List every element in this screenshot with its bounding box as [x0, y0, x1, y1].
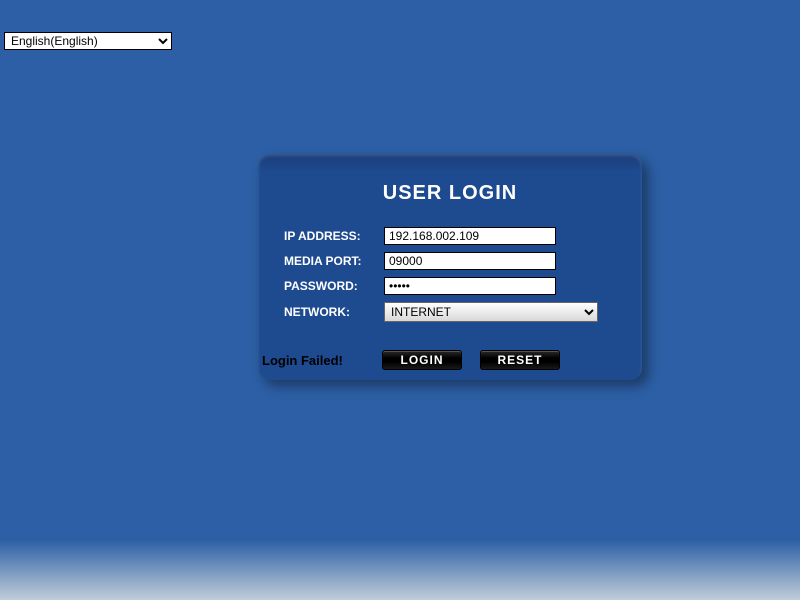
login-panel: USER LOGIN IP ADDRESS: MEDIA PORT: PASSW…	[258, 154, 642, 380]
button-row: Login Failed! LOGIN RESET	[258, 350, 642, 370]
network-label: NETWORK:	[284, 305, 384, 319]
login-button[interactable]: LOGIN	[382, 350, 462, 370]
password-input[interactable]	[384, 277, 556, 295]
ip-input[interactable]	[384, 227, 556, 245]
port-input[interactable]	[384, 252, 556, 270]
port-label: MEDIA PORT:	[284, 254, 384, 268]
port-row: MEDIA PORT:	[258, 252, 642, 270]
network-row: NETWORK: INTERNET	[258, 302, 642, 322]
login-title: USER LOGIN	[258, 182, 642, 205]
ip-label: IP ADDRESS:	[284, 229, 384, 243]
reset-button[interactable]: RESET	[480, 350, 560, 370]
password-row: PASSWORD:	[258, 277, 642, 295]
password-label: PASSWORD:	[284, 279, 384, 293]
network-select[interactable]: INTERNET	[384, 302, 598, 322]
login-status: Login Failed!	[262, 353, 382, 368]
ip-row: IP ADDRESS:	[258, 227, 642, 245]
language-select[interactable]: English(English)	[4, 32, 172, 50]
